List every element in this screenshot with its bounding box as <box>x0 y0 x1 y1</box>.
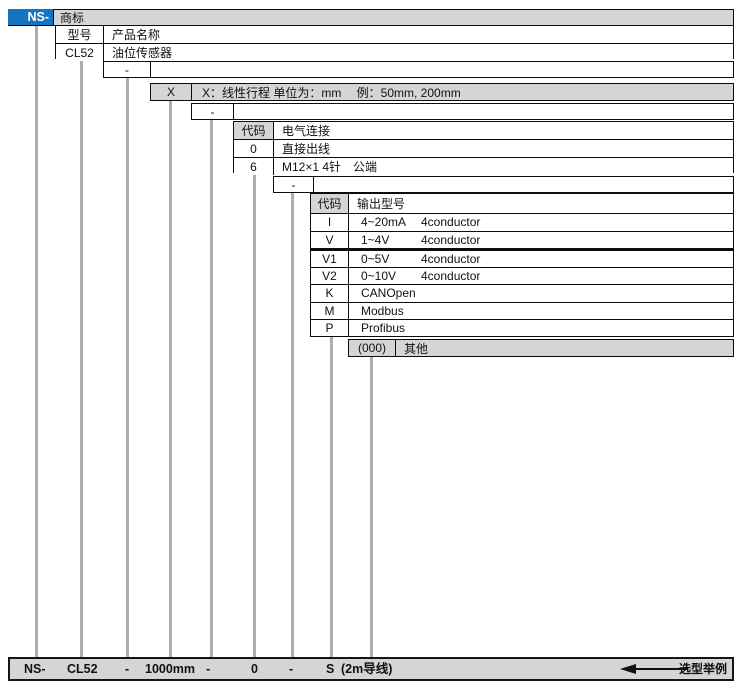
connector-line-other <box>370 357 373 657</box>
output-row-V1-range: 0~5V <box>361 252 421 266</box>
output-row-M: M Modbus <box>311 303 733 320</box>
dash-row-1-filler <box>151 62 733 77</box>
connector-line-electrical <box>253 173 256 657</box>
example-bar-caption: 选型举例 <box>679 659 727 679</box>
dash-row-3-filler <box>314 177 733 192</box>
connector-line-brand <box>35 26 38 657</box>
trademark-row: 商标 <box>53 9 734 26</box>
stroke-description: X：线性行程 单位为：mm 例：50mm, 200mm <box>192 84 733 100</box>
output-row-I: I 4~20mA4conductor <box>311 214 733 231</box>
example-seg-dash2: - <box>206 659 210 679</box>
dash-row-1: - <box>103 61 734 78</box>
brand-badge-label: NS- <box>27 10 49 24</box>
output-row-V1-code: V1 <box>311 251 349 267</box>
dash-cell-3: - <box>274 177 314 192</box>
output-row-V-code: V <box>311 232 349 248</box>
electrical-row-6-label: M12×1 4针 公端 <box>274 158 733 175</box>
output-row-V1: V1 0~5V4conductor <box>311 251 733 268</box>
output-row-V2: V2 0~10V4conductor <box>311 268 733 285</box>
connector-line-output <box>330 337 333 657</box>
stroke-code: X <box>151 84 192 100</box>
dash-row-2-filler <box>234 104 733 119</box>
electrical-row-6: 6 M12×1 4针 公端 <box>234 158 733 175</box>
connector-line-stroke <box>169 101 172 657</box>
electrical-row-0-label: 直接出线 <box>274 140 733 157</box>
connector-line-model <box>80 58 83 657</box>
output-row-K-code: K <box>311 285 349 301</box>
output-row-I-range: 4~20mA <box>361 215 421 229</box>
other-row-label: 其他 <box>396 340 733 356</box>
output-row-P: P Profibus <box>311 320 733 336</box>
stroke-row: X X：线性行程 单位为：mm 例：50mm, 200mm <box>150 83 734 101</box>
example-seg-cable: (2m导线) <box>341 659 392 679</box>
model-table-row: CL52 油位传感器 <box>56 44 733 61</box>
dash-row-2: - <box>191 103 734 120</box>
output-header-code: 代码 <box>311 194 349 213</box>
model-header-col1: 型号 <box>56 26 104 43</box>
output-row-V-detail: 4conductor <box>421 233 480 247</box>
example-seg-model: CL52 <box>67 659 98 679</box>
connector-line-dash1 <box>126 78 129 657</box>
output-row-I-detail: 4conductor <box>421 215 480 229</box>
output-row-V: V 1~4V4conductor <box>311 232 733 251</box>
output-row-I-code: I <box>311 214 349 230</box>
electrical-header-title: 电气连接 <box>274 122 733 139</box>
model-table-header: 型号 产品名称 <box>56 26 733 44</box>
example-seg-stroke: 1000mm <box>145 659 195 679</box>
output-row-P-code: P <box>311 320 349 336</box>
dash-cell-2: - <box>192 104 234 119</box>
output-row-K: K CANOpen <box>311 285 733 302</box>
other-row: (000) 其他 <box>348 339 734 357</box>
model-table: 型号 产品名称 CL52 油位传感器 <box>55 25 734 59</box>
dash-cell-1: - <box>104 62 151 77</box>
model-code: CL52 <box>56 44 104 61</box>
example-seg-dash1: - <box>125 659 129 679</box>
output-row-V1-detail: 4conductor <box>421 252 480 266</box>
example-seg-brand: NS- <box>24 659 46 679</box>
connector-line-dash3 <box>291 193 294 657</box>
output-row-P-range: Profibus <box>361 321 421 335</box>
output-table-header: 代码 输出型号 <box>311 194 733 214</box>
output-row-K-range: CANOpen <box>361 286 421 300</box>
electrical-row-6-code: 6 <box>234 158 274 175</box>
trademark-label: 商标 <box>54 10 733 25</box>
output-row-M-code: M <box>311 303 349 319</box>
electrical-table-header: 代码 电气连接 <box>234 122 733 140</box>
output-row-V2-code: V2 <box>311 268 349 284</box>
output-table: 代码 输出型号 I 4~20mA4conductor V 1~4V4conduc… <box>310 193 734 337</box>
example-seg-electrical: 0 <box>251 659 258 679</box>
other-row-code: (000) <box>349 340 396 356</box>
electrical-row-0: 0 直接出线 <box>234 140 733 158</box>
brand-badge: NS- <box>8 9 53 26</box>
output-row-V-range: 1~4V <box>361 233 421 247</box>
output-row-V2-range: 0~10V <box>361 269 421 283</box>
output-row-V2-detail: 4conductor <box>421 269 480 283</box>
dash-row-3: - <box>273 176 734 193</box>
electrical-row-0-code: 0 <box>234 140 274 157</box>
output-header-title: 输出型号 <box>349 194 733 213</box>
example-seg-output: S <box>326 659 334 679</box>
model-product-name: 油位传感器 <box>104 44 733 61</box>
example-seg-dash3: - <box>289 659 293 679</box>
model-header-col2: 产品名称 <box>104 26 733 43</box>
connector-line-dash2 <box>210 120 213 657</box>
example-bar: NS- CL52 - 1000mm - 0 - S (2m导线) 选型举例 <box>8 657 734 681</box>
selection-diagram: NS- 商标 型号 产品名称 CL52 油位传感器 - X X：线性行程 单位为… <box>0 0 742 690</box>
electrical-header-code: 代码 <box>234 122 274 139</box>
electrical-table: 代码 电气连接 0 直接出线 6 M12×1 4针 公端 <box>233 121 734 173</box>
output-row-M-range: Modbus <box>361 304 421 318</box>
